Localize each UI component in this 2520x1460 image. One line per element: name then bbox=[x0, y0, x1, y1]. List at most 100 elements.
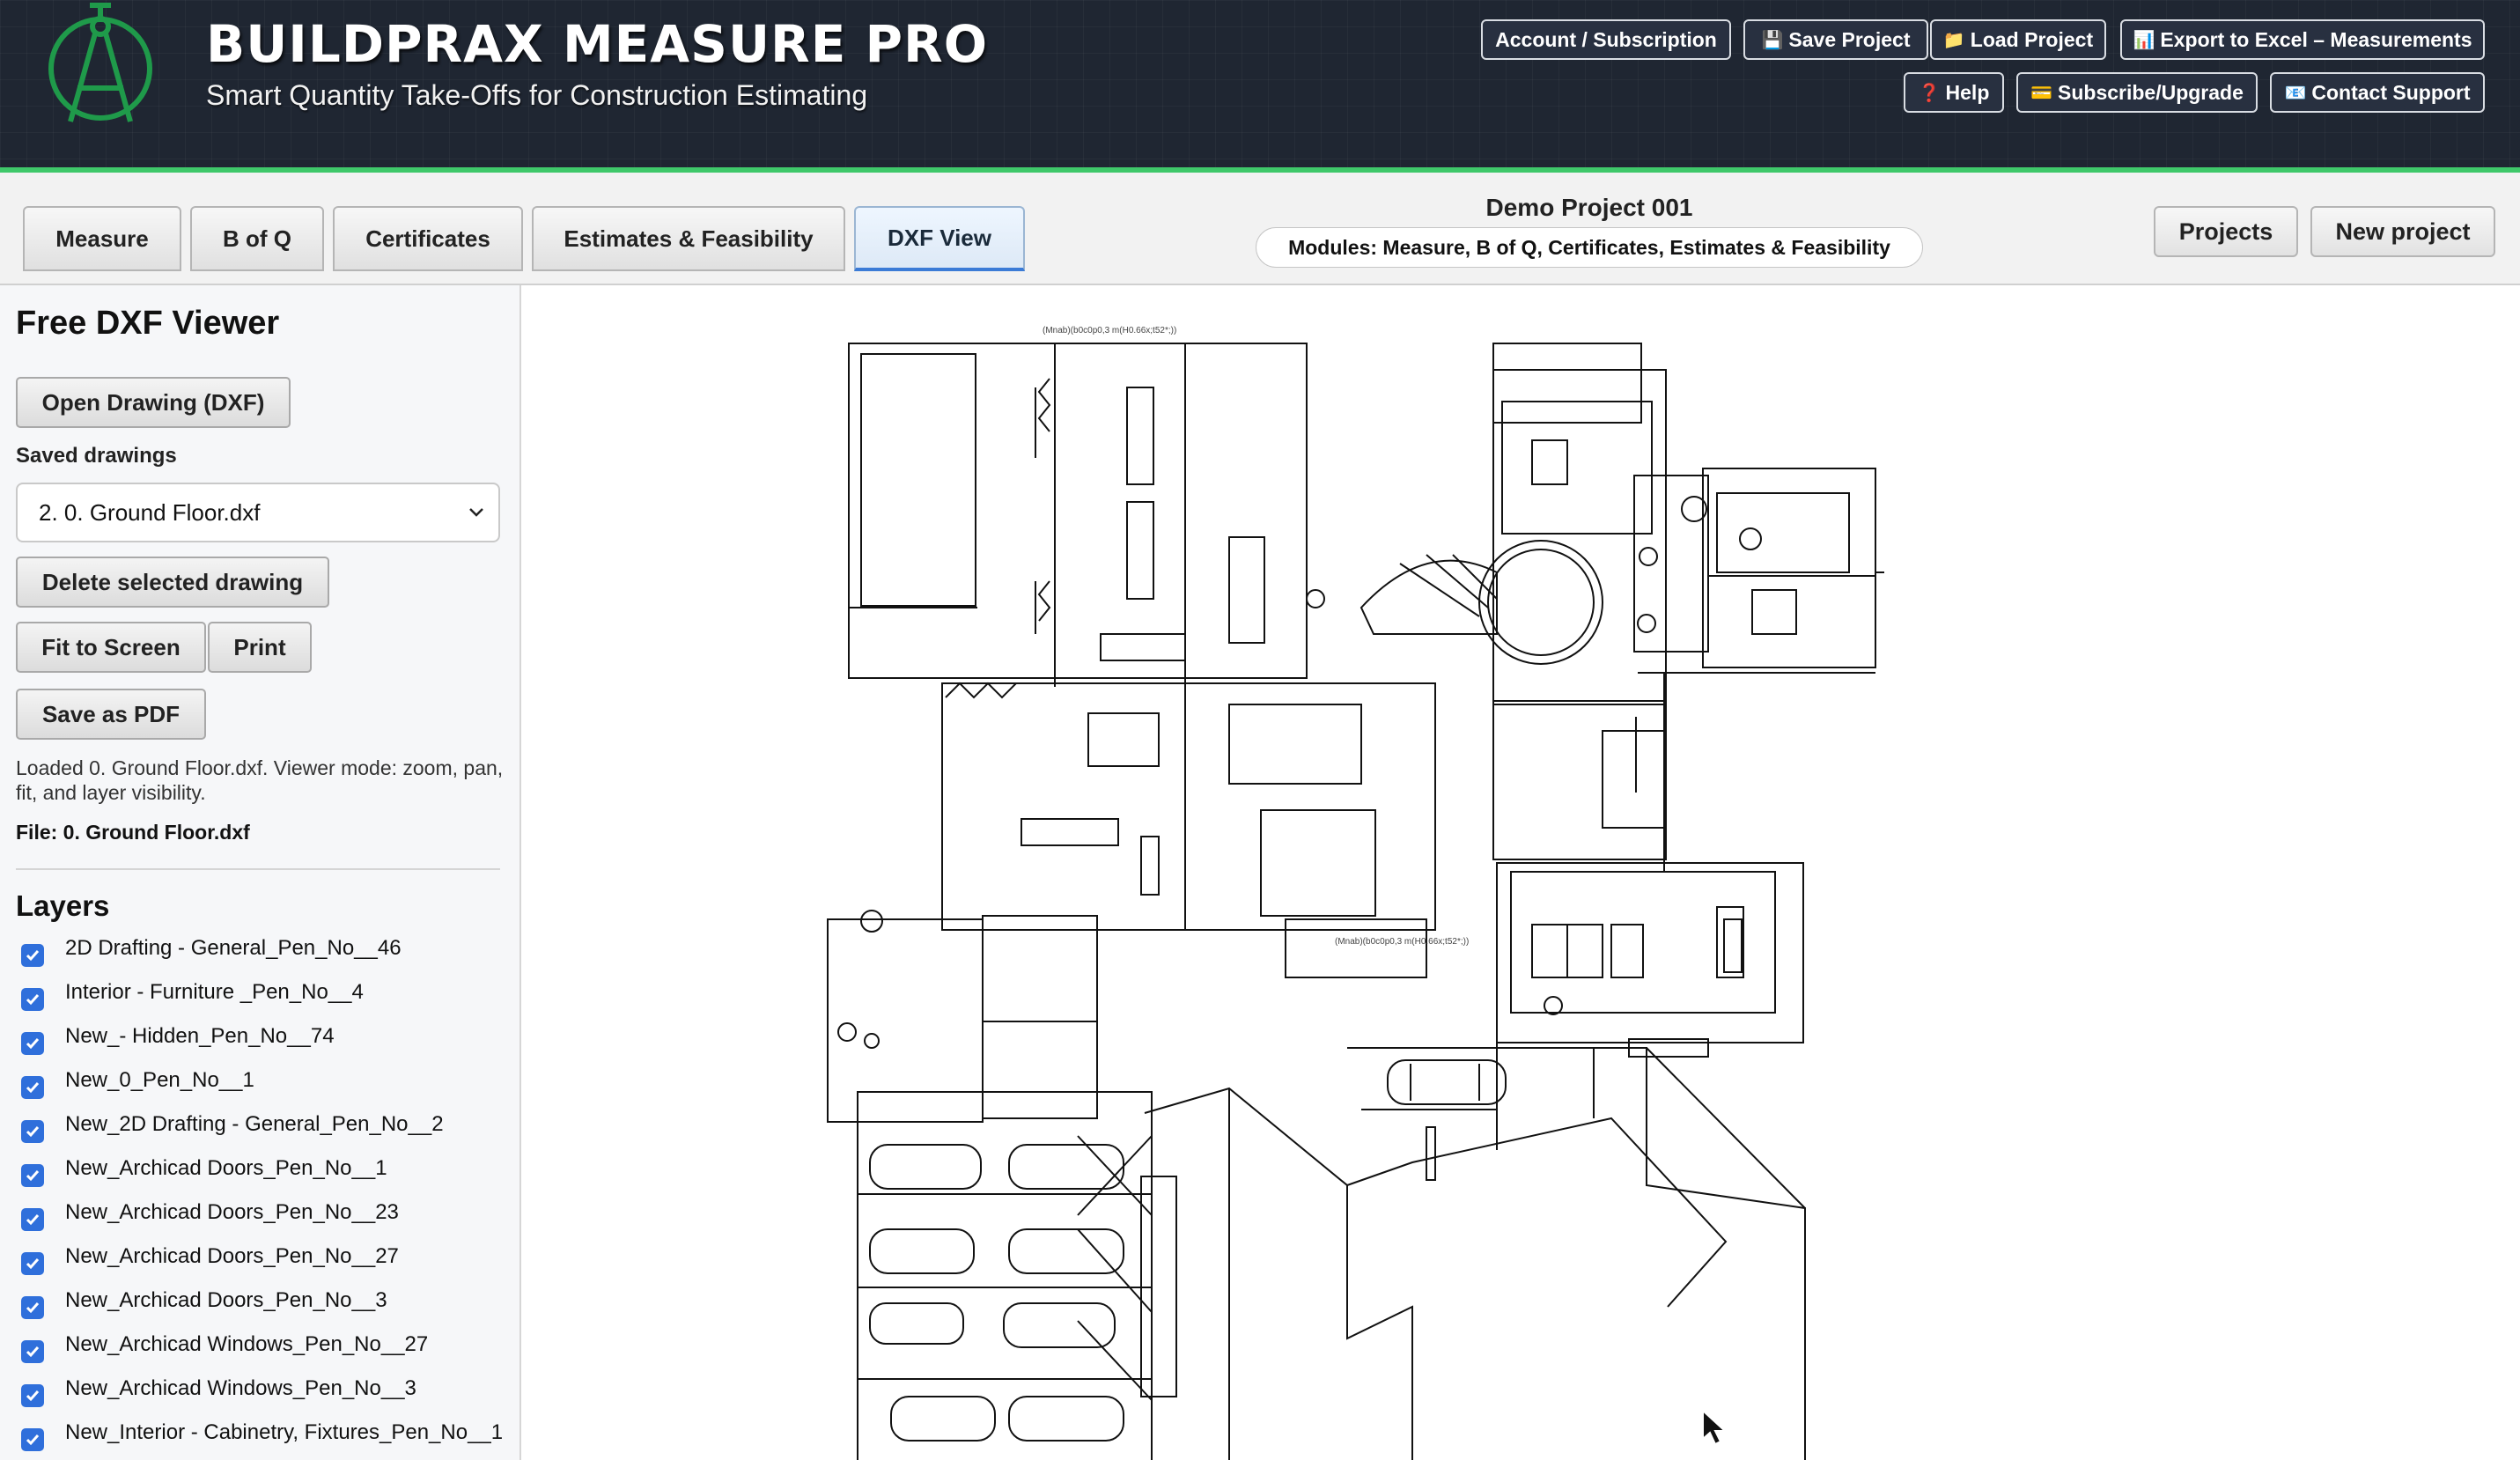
layer-checkbox[interactable] bbox=[21, 944, 44, 967]
delete-drawing-button[interactable]: Delete selected drawing bbox=[16, 557, 329, 608]
load-project-label: Load Project bbox=[1970, 27, 2094, 51]
layer-checkbox[interactable] bbox=[21, 1340, 44, 1363]
tab-measure[interactable]: Measure bbox=[23, 206, 181, 271]
checkmark-icon bbox=[26, 1434, 40, 1446]
export-excel-button[interactable]: 📊 Export to Excel – Measurements bbox=[2120, 19, 2485, 60]
load-project-button[interactable]: 📁 Load Project bbox=[1930, 19, 2106, 60]
layer-checkbox[interactable] bbox=[21, 1428, 44, 1451]
subscribe-upgrade-label: Subscribe/Upgrade bbox=[2058, 80, 2244, 104]
current-file-label: File: 0. Ground Floor.dxf bbox=[16, 821, 250, 844]
layers-title: Layers bbox=[16, 889, 110, 922]
layer-list: 2D Drafting - General_Pen_No__46 Interior… bbox=[16, 935, 509, 1460]
checkmark-icon bbox=[26, 1170, 40, 1182]
layer-label: New_Archicad Doors_Pen_No__27 bbox=[65, 1244, 399, 1268]
saved-drawings-label: Saved drawings bbox=[16, 444, 177, 468]
account-subscription-button[interactable]: Account / Subscription bbox=[1481, 19, 1731, 60]
layer-label: New_Archicad Doors_Pen_No__1 bbox=[65, 1156, 387, 1180]
layer-item: New_Archicad Windows_Pen_No__27 bbox=[16, 1331, 509, 1375]
layer-label: New_Archicad Windows_Pen_No__3 bbox=[65, 1376, 416, 1400]
credit-card-icon: 💳 bbox=[2030, 83, 2052, 103]
plan-room bbox=[860, 353, 976, 607]
layer-label: New_Archicad Doors_Pen_No__23 bbox=[65, 1200, 399, 1224]
app-title: BUILDPRAX MEASURE PRO bbox=[206, 14, 988, 74]
project-name: Demo Project 001 bbox=[1485, 194, 1693, 221]
layer-label: New_Archicad Doors_Pen_No__3 bbox=[65, 1288, 387, 1312]
layer-checkbox[interactable] bbox=[21, 1120, 44, 1143]
tab-boq[interactable]: B of Q bbox=[190, 206, 324, 271]
viewer-title: Free DXF Viewer bbox=[16, 305, 280, 342]
layer-checkbox[interactable] bbox=[21, 1384, 44, 1407]
selected-drawing-value: 2. 0. Ground Floor.dxf bbox=[39, 498, 261, 526]
tab-dxf-view[interactable]: DXF View bbox=[854, 206, 1025, 271]
folder-icon: 📁 bbox=[1942, 30, 1965, 50]
tab-certificates[interactable]: Certificates bbox=[333, 206, 523, 271]
layer-label: New_0_Pen_No__1 bbox=[65, 1068, 254, 1092]
layer-label: New_Interior - Cabinetry, Fixtures_Pen_N… bbox=[65, 1420, 504, 1444]
plan-garage bbox=[857, 1091, 1153, 1460]
layer-checkbox[interactable] bbox=[21, 1296, 44, 1319]
save-project-label: Save Project bbox=[1788, 27, 1911, 51]
account-subscription-label: Account / Subscription bbox=[1495, 27, 1717, 51]
compass-logo-icon bbox=[48, 3, 152, 122]
contact-support-label: Contact Support bbox=[2311, 80, 2471, 104]
layer-item: New_Archicad Doors_Pen_No__23 bbox=[16, 1199, 509, 1243]
checkmark-icon bbox=[26, 1126, 40, 1138]
dxf-canvas[interactable]: (Mnab)(b0c0p0,3 m(H0.66x;t52*;)) (Mnab)(… bbox=[521, 285, 2520, 1460]
plan-annotation-top: (Mnab)(b0c0p0,3 m(H0.66x;t52*;)) bbox=[1043, 326, 1176, 336]
checkmark-icon bbox=[26, 1346, 40, 1358]
new-project-button[interactable]: New project bbox=[2310, 206, 2495, 257]
layer-label: 2D Drafting - General_Pen_No__46 bbox=[65, 936, 402, 960]
save-project-button[interactable]: 💾 Save Project bbox=[1743, 19, 1928, 60]
viewer-status-text: Loaded 0. Ground Floor.dxf. Viewer mode:… bbox=[16, 756, 504, 804]
layer-item: New_Interior - Cabinetry, Fixtures_Pen_N… bbox=[16, 1419, 509, 1460]
question-mark-icon: ❓ bbox=[1918, 83, 1941, 103]
projects-button[interactable]: Projects bbox=[2154, 206, 2298, 257]
print-button[interactable]: Print bbox=[208, 622, 312, 673]
layer-checkbox[interactable] bbox=[21, 988, 44, 1011]
layer-item: New_Archicad Doors_Pen_No__3 bbox=[16, 1287, 509, 1331]
envelope-icon: 📧 bbox=[2284, 83, 2307, 103]
layer-checkbox[interactable] bbox=[21, 1076, 44, 1099]
saved-drawings-select[interactable]: 2. 0. Ground Floor.dxf bbox=[16, 483, 500, 542]
layer-item: 2D Drafting - General_Pen_No__46 bbox=[16, 935, 509, 979]
plan-annotation-mid: (Mnab)(b0c0p0,3 m(H0.66x;t52*;)) bbox=[1335, 937, 1469, 947]
dxf-sidebar: Free DXF Viewer Open Drawing (DXF) Saved… bbox=[0, 285, 521, 1460]
floor-plan-drawing[interactable]: (Mnab)(b0c0p0,3 m(H0.66x;t52*;)) (Mnab)(… bbox=[521, 285, 2520, 1460]
open-drawing-button[interactable]: Open Drawing (DXF) bbox=[16, 377, 291, 428]
help-button[interactable]: ❓ Help bbox=[1904, 72, 2004, 113]
layer-checkbox[interactable] bbox=[21, 1164, 44, 1187]
subscribe-upgrade-button[interactable]: 💳 Subscribe/Upgrade bbox=[2016, 72, 2258, 113]
checkmark-icon bbox=[26, 1082, 40, 1094]
floppy-disk-icon: 💾 bbox=[1761, 30, 1784, 50]
layer-item: New_0_Pen_No__1 bbox=[16, 1067, 509, 1111]
app-header: BUILDPRAX MEASURE PRO Smart Quantity Tak… bbox=[0, 0, 2520, 173]
checkmark-icon bbox=[26, 1214, 40, 1226]
fit-to-screen-button[interactable]: Fit to Screen bbox=[16, 622, 206, 673]
sidebar-divider bbox=[16, 868, 500, 870]
checkmark-icon bbox=[26, 1038, 40, 1050]
layer-label: New_Archicad Windows_Pen_No__27 bbox=[65, 1332, 429, 1356]
modules-badge: Modules: Measure, B of Q, Certificates, … bbox=[1256, 227, 1923, 268]
plan-wall-block bbox=[848, 343, 1308, 679]
module-tab-bar: Measure B of Q Certificates Estimates & … bbox=[0, 173, 2520, 285]
layer-checkbox[interactable] bbox=[21, 1208, 44, 1231]
mouse-pointer-icon bbox=[1702, 1409, 1728, 1446]
layer-checkbox[interactable] bbox=[21, 1252, 44, 1275]
layer-label: New_2D Drafting - General_Pen_No__2 bbox=[65, 1112, 444, 1136]
layer-label: Interior - Furniture _Pen_No__4 bbox=[65, 980, 364, 1004]
layer-item: New_- Hidden_Pen_No__74 bbox=[16, 1023, 509, 1067]
app-subtitle: Smart Quantity Take-Offs for Constructio… bbox=[206, 79, 868, 111]
checkmark-icon bbox=[26, 994, 40, 1006]
export-excel-label: Export to Excel – Measurements bbox=[2160, 27, 2472, 51]
layer-item: New_Archicad Doors_Pen_No__1 bbox=[16, 1155, 509, 1199]
checkmark-icon bbox=[26, 950, 40, 962]
layer-item: New_2D Drafting - General_Pen_No__2 bbox=[16, 1111, 509, 1155]
save-pdf-button[interactable]: Save as PDF bbox=[16, 689, 206, 740]
checkmark-icon bbox=[26, 1258, 40, 1270]
layer-label: New_- Hidden_Pen_No__74 bbox=[65, 1024, 335, 1048]
contact-support-button[interactable]: 📧 Contact Support bbox=[2270, 72, 2485, 113]
checkmark-icon bbox=[26, 1302, 40, 1314]
tab-estimates-feasibility[interactable]: Estimates & Feasibility bbox=[532, 206, 845, 271]
layer-item: New_Archicad Doors_Pen_No__27 bbox=[16, 1243, 509, 1287]
layer-checkbox[interactable] bbox=[21, 1032, 44, 1055]
